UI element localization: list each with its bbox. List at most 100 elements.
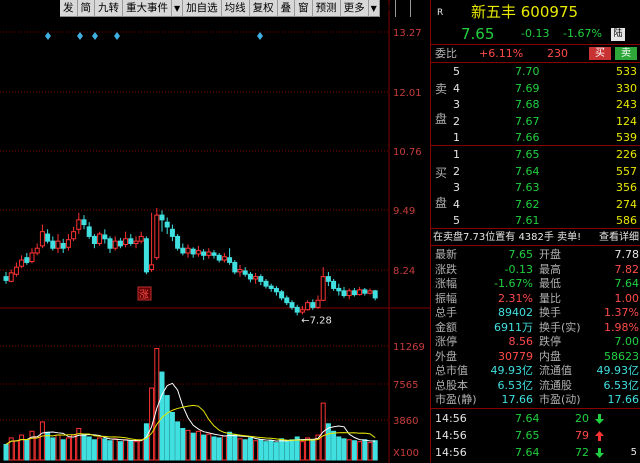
book-row[interactable]: 4 7.69 330 [431, 81, 640, 96]
candle-body [351, 290, 357, 296]
toolbar-item[interactable]: 简 [78, 0, 95, 17]
book-row[interactable]: 3 7.63 356 [431, 180, 640, 195]
candle-body [86, 226, 92, 237]
toolbar-item[interactable]: 加自选 [183, 0, 222, 17]
candle-body [123, 238, 129, 245]
price-tick-label: 9.49 [393, 206, 415, 217]
buy-button[interactable]: 买 [589, 47, 611, 60]
book-row[interactable]: 5 7.70 533 [431, 64, 640, 79]
tick-row: 14:56 7.64 20 [431, 411, 640, 426]
stat-value: 7.65 [508, 248, 534, 261]
stats-row: 总手 89402 换手 1.37% [431, 305, 640, 320]
volume-bar [29, 430, 35, 461]
candle-body [237, 269, 243, 273]
candle-body [81, 219, 87, 226]
stat-value: 7.82 [614, 262, 640, 276]
price-change: -0.13 [521, 27, 550, 40]
candle-body [3, 276, 9, 281]
sell-button[interactable]: 卖 [615, 47, 637, 60]
candle-body [45, 233, 51, 242]
volume-bar [357, 441, 363, 461]
book-price: 7.62 [515, 197, 540, 211]
toolbar-item[interactable]: ▼ [172, 0, 184, 17]
book-row[interactable]: 5 7.61 586 [431, 213, 640, 228]
volume-bar [336, 436, 342, 461]
book-row[interactable]: 1 7.66 539 [431, 130, 640, 145]
candle-body [65, 239, 71, 248]
tick-time: 14:56 [435, 412, 467, 425]
stat-label: 市盈(静) [435, 393, 477, 406]
toolbar-item[interactable]: 复权 [250, 0, 278, 17]
candle-body [175, 235, 181, 249]
volume-bar [346, 439, 352, 461]
toolbar-item[interactable]: 发 [60, 0, 78, 17]
candle-body [143, 238, 149, 273]
candle-body [253, 276, 259, 280]
toolbar-item[interactable]: 叠 [278, 0, 296, 17]
toolbar-item[interactable]: ◀ [396, 0, 411, 17]
candle-body [91, 235, 97, 245]
candle-body [133, 240, 139, 245]
stats-row: 总市值 49.93亿 流通值 49.93亿 [431, 363, 640, 378]
toolbar-item[interactable]: 九转 [95, 0, 123, 17]
quote-panel: R 新五丰 600975 7.65 -0.13 -1.67% 陆 委比 +6.1… [430, 0, 640, 463]
book-price: 7.67 [515, 114, 540, 128]
book-price: 7.68 [515, 98, 540, 111]
toolbar-item[interactable]: 均线 [222, 0, 250, 17]
book-volume: 557 [616, 164, 637, 178]
candle-body [19, 259, 25, 267]
chart-bg [0, 0, 389, 463]
book-volume: 226 [616, 148, 637, 161]
volume-bar [289, 439, 295, 461]
volume-bar [55, 434, 61, 461]
book-row[interactable]: 3 7.68 243 [431, 97, 640, 112]
book-row[interactable]: 4 7.62 274 [431, 197, 640, 212]
toolbar-item[interactable]: 窗 [295, 0, 313, 17]
volume-bar [97, 437, 103, 461]
stat-value: -1.67% [494, 277, 533, 290]
toolbar-item[interactable]: 预测 [313, 0, 341, 17]
stat-value: 7.78 [614, 248, 640, 261]
stat-value: 7.00 [614, 335, 640, 348]
stat-label: 金额 [435, 320, 457, 334]
tick-row: 14:56 7.64 72 5 [431, 445, 640, 460]
candle-body [190, 248, 196, 255]
candle-body [362, 289, 368, 294]
volume-bar [263, 441, 269, 461]
toolbar-item[interactable]: 更多 [341, 0, 369, 17]
book-volume: 243 [616, 98, 637, 111]
book-price: 7.64 [515, 164, 540, 178]
weibi-label: 委比 [435, 47, 457, 60]
book-row[interactable]: 2 7.64 557 [431, 164, 640, 179]
buy-side-label-1: 买 [435, 166, 448, 180]
candle-body [195, 250, 201, 255]
stat-value: 30779 [498, 349, 533, 363]
stock-name: 新五丰 600975 [471, 3, 579, 21]
book-row[interactable]: 2 7.67 124 [431, 114, 640, 129]
candle-body [336, 287, 342, 292]
tick-volume: 72 [575, 446, 589, 459]
volume-bar [299, 441, 305, 461]
stats-row: 涨幅 -1.67% 最低 7.64 [431, 276, 640, 291]
toolbar-item[interactable]: ⇒ [380, 0, 396, 17]
toolbar-item[interactable]: ▼ [369, 0, 380, 17]
volume-bar [107, 440, 113, 461]
volume-bar [81, 433, 87, 461]
stats-row: 外盘 30779 内盘 58623 [431, 349, 640, 364]
volume-bar [50, 437, 56, 461]
view-detail-link[interactable]: 查看详细 [599, 230, 639, 245]
volume-bar [86, 436, 92, 461]
book-row[interactable]: 1 7.65 226 [431, 147, 640, 162]
toolbar-item[interactable]: 重大事件 [123, 0, 172, 17]
book-level: 4 [453, 81, 460, 95]
candle-body [341, 290, 347, 297]
candle-body [97, 233, 103, 245]
tick-row: 14:56 7.65 79 [431, 428, 640, 443]
stat-value: 49.93亿 [596, 364, 640, 377]
candle-body [299, 309, 305, 313]
candle-body [357, 289, 363, 296]
kline-chart[interactable]: 13.27 12.01 10.76 9.49 8.24 11269 7565 3860 X100… [0, 0, 430, 463]
volume-bar [24, 439, 30, 461]
candle-body [149, 264, 155, 271]
book-price: 7.69 [515, 81, 540, 95]
